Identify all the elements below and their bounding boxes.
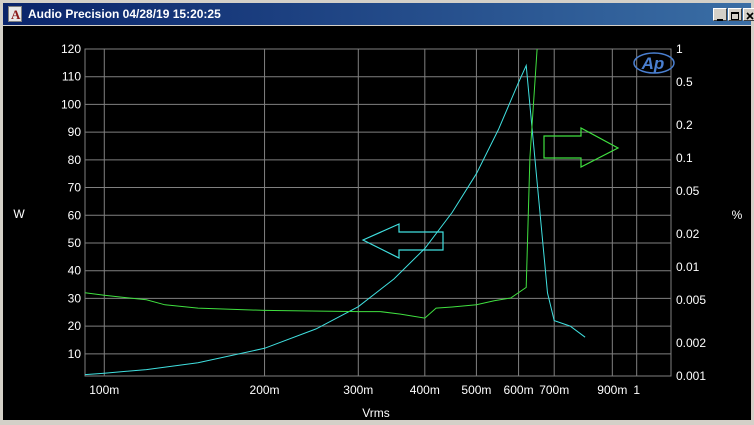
y-left-tick-label: 20 bbox=[68, 319, 82, 333]
thdn-series-line bbox=[84, 48, 538, 319]
y-right-tick-label: 0.5 bbox=[676, 75, 693, 89]
maximize-button[interactable] bbox=[728, 8, 742, 21]
application-window: A Audio Precision 04/28/19 15:20:25 100m… bbox=[0, 0, 754, 423]
x-tick-label: 400m bbox=[410, 383, 440, 397]
window-title: Audio Precision 04/28/19 15:20:25 bbox=[28, 7, 221, 21]
y-right-tick-label: 0.005 bbox=[676, 293, 706, 307]
plot-area: 100m 200m 300m 400m 500m 600m 700m 900m 1 10 20 30… bbox=[3, 26, 751, 420]
y-left-tick-label: 30 bbox=[68, 291, 82, 305]
y-left-tick-label: 10 bbox=[68, 347, 82, 361]
y-right-tick-labels: 1 0.5 0.2 0.1 0.05 0.02 0.01 0.005 0.002 0.001 bbox=[676, 42, 706, 383]
plot-frame bbox=[84, 48, 672, 377]
y-right-tick-label: 0.001 bbox=[676, 369, 706, 383]
y-left-tick-label: 100 bbox=[61, 97, 81, 111]
maximize-icon bbox=[731, 12, 739, 20]
minimize-icon bbox=[717, 19, 723, 21]
y-right-tick-label: 0.02 bbox=[676, 227, 700, 241]
y-right-tick-label: 0.1 bbox=[676, 151, 693, 165]
x-tick-label: 600m bbox=[504, 383, 534, 397]
x-tick-label: 300m bbox=[343, 383, 373, 397]
y-left-tick-label: 70 bbox=[68, 181, 82, 195]
close-icon bbox=[746, 12, 754, 20]
x-tick-label: 100m bbox=[89, 383, 119, 397]
x-tick-labels: 100m 200m 300m 400m 500m 600m 700m 900m 1 bbox=[89, 383, 640, 397]
x-tick-label: 700m bbox=[539, 383, 569, 397]
y-right-tick-label: 0.2 bbox=[676, 118, 693, 132]
y-left-tick-labels: 10 20 30 40 50 60 70 80 90 100 110 120 bbox=[61, 42, 81, 361]
minimize-button[interactable] bbox=[713, 8, 727, 21]
y-right-tick-label: 1 bbox=[676, 42, 683, 56]
y-right-tick-label: 0.05 bbox=[676, 184, 700, 198]
y-left-axis-label: W bbox=[13, 207, 25, 221]
x-axis-label: Vrms bbox=[362, 406, 390, 420]
y-right-axis-label: % bbox=[732, 208, 743, 222]
y-left-tick-label: 50 bbox=[68, 236, 82, 250]
x-tick-label: 1 bbox=[633, 383, 640, 397]
y-left-tick-label: 40 bbox=[68, 264, 82, 278]
y-left-tick-label: 80 bbox=[68, 153, 82, 167]
y-left-tick-label: 60 bbox=[68, 208, 82, 222]
x-tick-label: 200m bbox=[250, 383, 280, 397]
y-right-tick-label: 0.01 bbox=[676, 260, 700, 274]
close-button[interactable] bbox=[743, 8, 754, 21]
y-left-tick-label: 90 bbox=[68, 125, 82, 139]
x-tick-label: 900m bbox=[597, 383, 627, 397]
right-arrow-annotation bbox=[543, 126, 620, 168]
audio-precision-icon[interactable]: A bbox=[8, 6, 22, 22]
annotations bbox=[361, 126, 620, 259]
y-left-tick-label: 120 bbox=[61, 42, 81, 56]
ap-logo: Ap bbox=[641, 54, 665, 73]
power-series-line bbox=[84, 63, 586, 376]
y-right-tick-label: 0.002 bbox=[676, 336, 706, 350]
x-tick-label: 500m bbox=[461, 383, 491, 397]
y-left-tick-label: 110 bbox=[62, 70, 81, 84]
thdn-power-chart: 100m 200m 300m 400m 500m 600m 700m 900m 1 10 20 30… bbox=[13, 42, 743, 420]
title-bar[interactable]: A Audio Precision 04/28/19 15:20:25 bbox=[3, 3, 754, 25]
grid bbox=[84, 48, 672, 377]
